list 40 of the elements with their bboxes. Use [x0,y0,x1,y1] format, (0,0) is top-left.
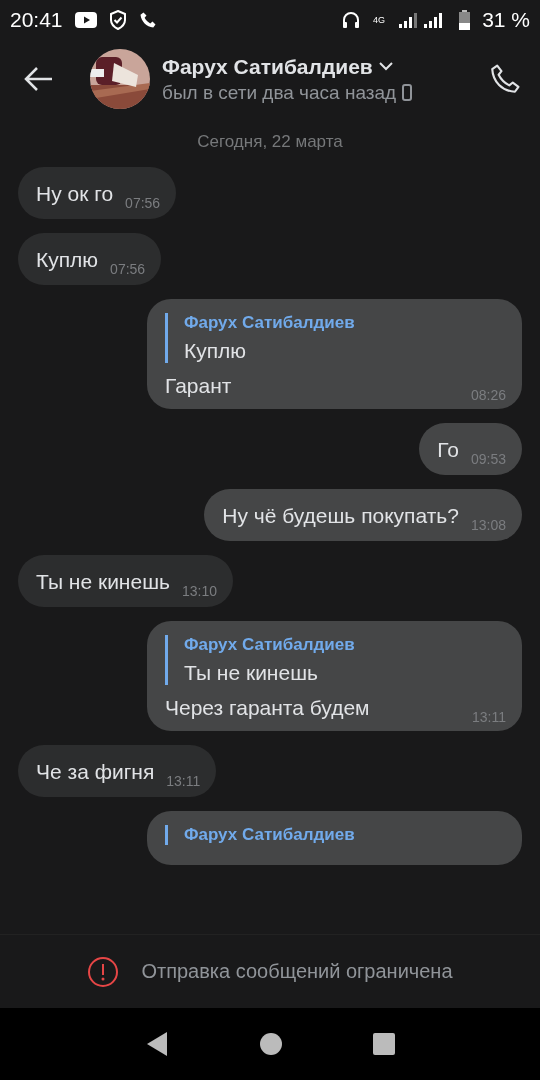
back-button[interactable] [24,66,54,92]
battery-icon [459,10,471,30]
call-button[interactable] [488,62,522,96]
headphones-icon [341,11,362,29]
message-time: 13:11 [166,773,201,789]
quote-author: Фарух Сатибалдиев [184,825,356,845]
mobile-phone-icon [402,84,413,101]
home-nav-button[interactable] [259,1032,283,1056]
message-text: Гарант [165,373,232,399]
message-text: Че за фигня [36,759,155,785]
message-text: Ну ок го [36,181,114,207]
contact-name: Фарух Сатибалдиев [162,54,373,79]
message-text: Через гаранта будем [165,695,370,721]
chevron-down-icon[interactable] [378,62,393,71]
last-seen-status: был в сети два часа назад [162,81,397,104]
quote-text: Ты не кинешь [184,661,319,685]
network-type: 4G [373,15,386,25]
quote-author: Фарух Сатибалдиев [184,635,356,655]
restriction-notice: Отправка сообщений ограничена [141,960,453,983]
message-time: 07:56 [110,261,146,277]
message-time: 09:53 [470,451,506,467]
shield-icon [108,10,127,30]
message-time: 08:26 [470,387,506,403]
video-app-icon [74,12,97,28]
message-text: Ну чё будешь покупать? [222,503,459,529]
warning-icon [87,955,120,988]
phone-icon [138,11,157,29]
message-text: Куплю [36,247,99,273]
message-text: Го [437,437,459,463]
message-time: 07:56 [125,195,161,211]
back-nav-button[interactable] [145,1031,169,1057]
date-divider: Сегодня, 22 марта [197,132,343,152]
battery-level: 31 % [482,8,530,32]
message-text: Ты не кинешь [36,569,170,595]
message-time: 13:08 [470,517,506,533]
quote-text: Куплю [184,339,248,363]
message-time: 13:10 [181,583,217,599]
clock: 20:41 [10,8,63,32]
message-time: 13:11 [472,709,506,725]
quote-author: Фарух Сатибалдиев [184,313,356,333]
